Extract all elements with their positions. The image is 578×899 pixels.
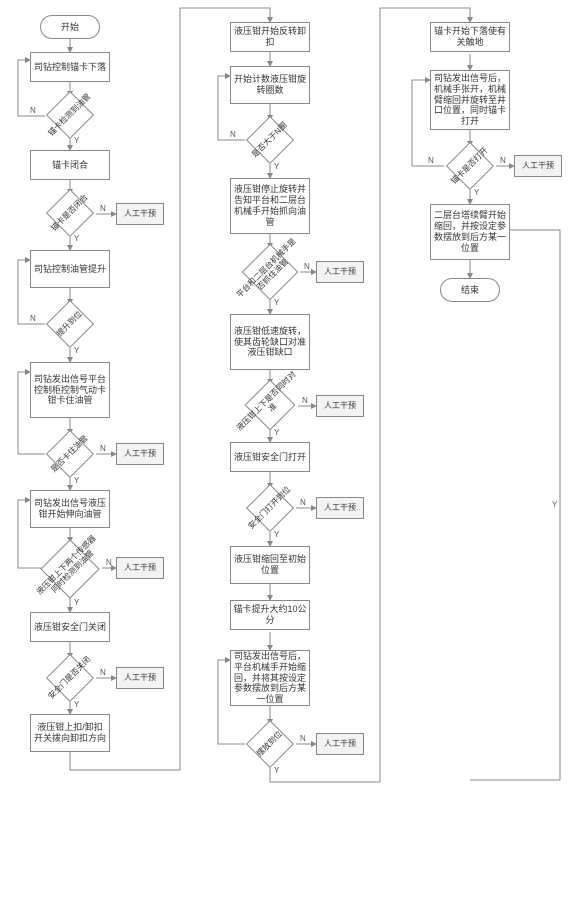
d2-yes: Y xyxy=(74,234,79,243)
p2-text: 锚卡闭合 xyxy=(52,160,88,171)
d3-decision: 提升到位 xyxy=(44,304,96,344)
d6-no: N xyxy=(100,668,106,677)
int1: 人工干预 xyxy=(116,203,164,225)
d7-yes: Y xyxy=(274,162,279,171)
int3: 人工干预 xyxy=(116,557,164,579)
p6-process: 液压钳安全门关闭 xyxy=(30,612,110,642)
int3-text: 人工干预 xyxy=(124,563,156,573)
d1-yes: Y xyxy=(74,136,79,145)
d8-yes: Y xyxy=(274,298,279,307)
int5: 人工干预 xyxy=(316,261,364,283)
int1-text: 人工干预 xyxy=(124,209,156,219)
p10-text: 液压钳停止旋转并告知平台和二层台机械手开始抓向油管 xyxy=(233,184,307,227)
int5-text: 人工干预 xyxy=(324,267,356,277)
d5-no: N xyxy=(106,558,112,567)
p5-process: 司钻发出信号液压钳开始伸向油管 xyxy=(30,490,110,528)
p3-text: 司钻控制油管提升 xyxy=(34,264,106,275)
p9-process: 开始计数液压钳旋转圈数 xyxy=(230,66,310,104)
p4-text: 司钻发出信号平台控制柜控制气动卡钳卡住油管 xyxy=(33,374,107,406)
p11-text: 液压钳低速旋转，使其齿轮缺口对准液压钳缺口 xyxy=(233,326,307,358)
int4-text: 人工干预 xyxy=(124,673,156,683)
p8-process: 液压钳开始反转卸扣 xyxy=(230,22,310,52)
p18-text: 二层台塔续臂开始缩回，并按设定参数摆放到后方某一位置 xyxy=(433,210,507,253)
d8-no: N xyxy=(304,262,310,271)
int9-text: 人工干预 xyxy=(522,161,554,171)
p13-text: 液压钳缩回至初始位置 xyxy=(233,554,307,576)
p7-process: 液压钳上扣/卸扣开关拨向卸扣方向 xyxy=(30,714,110,752)
long-arc-y: Y xyxy=(552,500,557,509)
int6: 人工干预 xyxy=(316,395,364,417)
int8-text: 人工干预 xyxy=(324,739,356,749)
p5-text: 司钻发出信号液压钳开始伸向油管 xyxy=(33,498,107,520)
p2-process: 锚卡闭合 xyxy=(30,150,110,180)
int4: 人工干预 xyxy=(116,667,164,689)
d5-yes: Y xyxy=(74,598,79,607)
d4-yes: Y xyxy=(74,476,79,485)
d12-decision: 锚卡是否打开 xyxy=(444,146,496,186)
d12-no: N xyxy=(500,156,506,165)
d1-no: N xyxy=(30,106,36,115)
p14-text: 锚卡提升大约10公分 xyxy=(233,604,307,626)
d9-decision: 液压钳上下是否同时对准 xyxy=(242,384,298,426)
p18-process: 二层台塔续臂开始缩回，并按设定参数摆放到后方某一位置 xyxy=(430,204,510,260)
end-label: 结束 xyxy=(461,285,479,296)
p14-process: 锚卡提升大约10公分 xyxy=(230,600,310,630)
p7-text: 液压钳上扣/卸扣开关拨向卸扣方向 xyxy=(33,722,107,744)
p1-process: 司钻控制锚卡下落 xyxy=(30,52,110,82)
int2: 人工干预 xyxy=(116,443,164,465)
d12-yes: Y xyxy=(474,188,479,197)
d8-decision: 平台和二层台机械手是否抓住油管 xyxy=(240,248,300,296)
d9-no: N xyxy=(302,396,308,405)
d12-no-left: N xyxy=(428,156,434,165)
p15-text: 司钻发出信号后，平台机械手开始缩回，并将其按设定参数摆放到后方某一位置 xyxy=(233,651,307,705)
int2-text: 人工干预 xyxy=(124,449,156,459)
d4-no: N xyxy=(100,444,106,453)
d7-decision: 是否大于N圈 xyxy=(244,120,296,160)
start-terminator: 开始 xyxy=(40,15,100,39)
int6-text: 人工干预 xyxy=(324,401,356,411)
int9: 人工干预 xyxy=(514,155,562,177)
p17-text: 司钻发出信号后，机械手张开，机械臂缩回并旋转至井口位置，同时锚卡打开 xyxy=(433,73,507,127)
d3-no: N xyxy=(30,314,36,323)
d10-no: N xyxy=(300,498,306,507)
p12-process: 液压钳安全门打开 xyxy=(230,442,310,472)
d3-yes: Y xyxy=(74,346,79,355)
p11-process: 液压钳低速旋转，使其齿轮缺口对准液压钳缺口 xyxy=(230,314,310,370)
p16-text: 锚卡开始下落使有关触地 xyxy=(433,26,507,48)
int7: 人工干预 xyxy=(316,497,364,519)
p9-text: 开始计数液压钳旋转圈数 xyxy=(233,74,307,96)
p12-text: 液压钳安全门打开 xyxy=(234,452,306,463)
d7-no: N xyxy=(230,130,236,139)
p17-process: 司钻发出信号后，机械手张开，机械臂缩回并旋转至井口位置，同时锚卡打开 xyxy=(430,70,510,130)
p10-process: 液压钳停止旋转并告知平台和二层台机械手开始抓向油管 xyxy=(230,178,310,234)
int8: 人工干预 xyxy=(316,733,364,755)
p1-text: 司钻控制锚卡下落 xyxy=(34,62,106,73)
d10-decision: 安全门打开到位 xyxy=(244,488,296,528)
d6-decision: 安全门是否关闭 xyxy=(44,658,96,698)
d4-decision: 是否卡住油管 xyxy=(44,434,96,474)
d9-yes: Y xyxy=(274,428,279,437)
d11-no: N xyxy=(300,734,306,743)
int7-text: 人工干预 xyxy=(324,503,356,513)
p15-process: 司钻发出信号后，平台机械手开始缩回，并将其按设定参数摆放到后方某一位置 xyxy=(230,650,310,706)
d2-no: N xyxy=(100,204,106,213)
d2-decision: 锚卡是否闭合 xyxy=(44,194,96,232)
p13-process: 液压钳缩回至初始位置 xyxy=(230,546,310,584)
p3-process: 司钻控制油管提升 xyxy=(30,250,110,288)
d6-yes: Y xyxy=(74,700,79,709)
d11-decision: 摆放到位 xyxy=(244,724,296,764)
p16-process: 锚卡开始下落使有关触地 xyxy=(430,22,510,52)
p6-text: 液压钳安全门关闭 xyxy=(34,622,106,633)
d10-yes: Y xyxy=(274,530,279,539)
p4-process: 司钻发出信号平台控制柜控制气动卡钳卡住油管 xyxy=(30,362,110,418)
d11-yes: Y xyxy=(274,766,279,775)
start-label: 开始 xyxy=(61,22,79,33)
d5-decision: 液压钳上下两个传感器同时检测到油管 xyxy=(38,542,102,596)
d1-decision: 锚卡检测到油管 xyxy=(44,96,96,134)
p8-text: 液压钳开始反转卸扣 xyxy=(233,26,307,48)
end-terminator: 结束 xyxy=(440,278,500,302)
